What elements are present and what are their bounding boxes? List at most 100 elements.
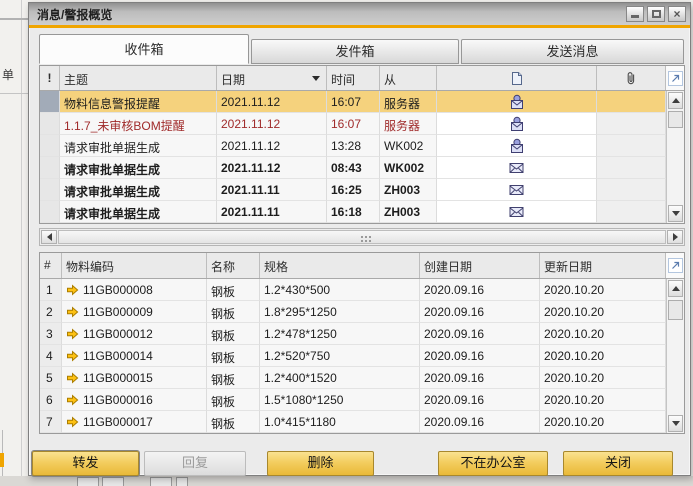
column-header-subject[interactable]: 主题 [60, 66, 217, 90]
scroll-down-button[interactable] [668, 205, 683, 222]
item-code-cell[interactable]: 11GB000014 [62, 345, 207, 367]
item-code-cell[interactable]: 11GB000016 [62, 389, 207, 411]
message-row[interactable]: 请求审批单据生成 2021.11.12 13:28 WK002 [40, 135, 666, 157]
item-row[interactable]: 3 11GB000012 钢板 1.2*478*1250 2020.09.16 … [40, 323, 666, 345]
expand-table-button[interactable] [666, 66, 684, 90]
scroll-right-button[interactable] [667, 230, 683, 244]
delete-button[interactable]: 删除 [267, 451, 374, 476]
triangle-up-icon [672, 98, 680, 103]
expand-table-button[interactable] [666, 253, 684, 278]
scrollbar-thumb[interactable] [668, 111, 683, 128]
expand-arrow-icon [671, 74, 680, 83]
message-read-status-cell[interactable] [437, 113, 597, 135]
orange-link-arrow-icon[interactable] [66, 416, 79, 428]
message-priority-cell[interactable] [40, 113, 60, 135]
item-updated-date: 2020.10.20 [540, 411, 666, 433]
scroll-up-button[interactable] [668, 92, 683, 109]
column-header-spec[interactable]: 规格 [260, 253, 420, 278]
message-priority-cell[interactable] [40, 201, 60, 223]
title-bar[interactable]: 消息/警报概览 × [29, 3, 690, 25]
message-read-status-cell[interactable] [437, 201, 597, 223]
column-header-from[interactable]: 从 [380, 66, 437, 90]
triangle-down-icon [672, 421, 680, 426]
column-header-created-date[interactable]: 创建日期 [420, 253, 540, 278]
inbox-horizontal-scrollbar[interactable] [39, 228, 685, 246]
column-header-read-status[interactable] [437, 66, 597, 90]
orange-link-arrow-icon[interactable] [66, 350, 79, 362]
orange-link-arrow-icon[interactable] [66, 328, 79, 340]
item-code-cell[interactable]: 11GB000017 [62, 411, 207, 433]
background-partial-text: 单 [2, 66, 14, 83]
message-priority-cell[interactable] [40, 157, 60, 179]
column-header-attachment[interactable] [597, 66, 666, 90]
column-header-priority[interactable]: ! [40, 66, 60, 90]
item-row[interactable]: 5 11GB000015 钢板 1.2*400*1520 2020.09.16 … [40, 367, 666, 389]
item-index: 4 [40, 345, 62, 367]
message-time: 16:18 [327, 201, 380, 223]
message-row[interactable]: 请求审批单据生成 2021.11.11 16:25 ZH003 [40, 179, 666, 201]
message-subject[interactable]: 请求审批单据生成 [60, 135, 217, 157]
scroll-down-button[interactable] [668, 415, 683, 432]
item-code-cell[interactable]: 11GB000008 [62, 279, 207, 301]
close-window-button[interactable]: × [668, 6, 686, 22]
item-code-cell[interactable]: 11GB000015 [62, 367, 207, 389]
message-subject[interactable]: 物料信息警报提醒 [60, 91, 217, 113]
maximize-icon [652, 10, 661, 18]
message-subject[interactable]: 请求审批单据生成 [60, 201, 217, 223]
item-updated-date: 2020.10.20 [540, 389, 666, 411]
forward-button[interactable]: 转发 [32, 451, 139, 476]
items-vertical-scrollbar[interactable] [666, 279, 684, 433]
scroll-up-button[interactable] [668, 280, 683, 297]
tab-outbox[interactable]: 发件箱 [251, 39, 459, 64]
column-header-index[interactable]: # [40, 253, 62, 278]
message-read-status-cell[interactable] [437, 135, 597, 157]
item-row[interactable]: 4 11GB000014 钢板 1.2*520*750 2020.09.16 2… [40, 345, 666, 367]
message-read-status-cell[interactable] [437, 179, 597, 201]
message-read-status-cell[interactable] [437, 157, 597, 179]
tab-inbox[interactable]: 收件箱 [39, 34, 249, 64]
message-row[interactable]: 请求审批单据生成 2021.11.12 08:43 WK002 [40, 157, 666, 179]
horizontal-scrollbar-thumb[interactable] [58, 230, 666, 244]
orange-link-arrow-icon[interactable] [66, 306, 79, 318]
item-row[interactable]: 7 11GB000017 钢板 1.0*415*1180 2020.09.16 … [40, 411, 666, 433]
message-date: 2021.11.11 [217, 179, 327, 201]
item-row[interactable]: 6 11GB000016 钢板 1.5*1080*1250 2020.09.16… [40, 389, 666, 411]
column-header-date[interactable]: 日期 [217, 66, 327, 90]
item-row[interactable]: 1 11GB000008 钢板 1.2*430*500 2020.09.16 2… [40, 279, 666, 301]
orange-link-arrow-icon[interactable] [66, 394, 79, 406]
column-header-updated-date[interactable]: 更新日期 [540, 253, 666, 278]
item-code: 11GB000017 [83, 414, 153, 429]
message-row[interactable]: 1.1.7_未审核BOM提醒 2021.11.12 16:07 服务器 [40, 113, 666, 135]
message-row[interactable]: 物料信息警报提醒 2021.11.12 16:07 服务器 [40, 91, 666, 113]
message-date: 2021.11.12 [217, 113, 327, 135]
tab-send-message[interactable]: 发送消息 [461, 39, 684, 64]
message-read-status-cell[interactable] [437, 91, 597, 113]
orange-link-arrow-icon[interactable] [66, 372, 79, 384]
column-header-time[interactable]: 时间 [327, 66, 380, 90]
item-updated-date: 2020.10.20 [540, 323, 666, 345]
item-code-cell[interactable]: 11GB000009 [62, 301, 207, 323]
column-header-name[interactable]: 名称 [207, 253, 260, 278]
message-priority-cell[interactable] [40, 135, 60, 157]
maximize-button[interactable] [647, 6, 665, 22]
message-subject[interactable]: 请求审批单据生成 [60, 157, 217, 179]
message-subject[interactable]: 1.1.7_未审核BOM提醒 [60, 113, 217, 135]
item-code-cell[interactable]: 11GB000012 [62, 323, 207, 345]
message-priority-cell[interactable] [40, 91, 60, 113]
message-attachment-cell [597, 179, 666, 201]
close-button[interactable]: 关闭 [563, 451, 673, 476]
inbox-vertical-scrollbar[interactable] [666, 91, 684, 223]
message-priority-cell[interactable] [40, 179, 60, 201]
scroll-left-button[interactable] [41, 230, 57, 244]
background-window-divider [0, 93, 28, 94]
item-row[interactable]: 2 11GB000009 钢板 1.8*295*1250 2020.09.16 … [40, 301, 666, 323]
message-attachment-cell [597, 91, 666, 113]
out-of-office-button[interactable]: 不在办公室 [438, 451, 548, 476]
message-row[interactable]: 请求审批单据生成 2021.11.11 16:18 ZH003 [40, 201, 666, 223]
column-header-material-code[interactable]: 物料编码 [62, 253, 207, 278]
orange-link-arrow-icon[interactable] [66, 284, 79, 296]
message-subject[interactable]: 请求审批单据生成 [60, 179, 217, 201]
item-created-date: 2020.09.16 [420, 389, 540, 411]
minimize-button[interactable] [626, 6, 644, 22]
scrollbar-thumb[interactable] [668, 300, 683, 320]
